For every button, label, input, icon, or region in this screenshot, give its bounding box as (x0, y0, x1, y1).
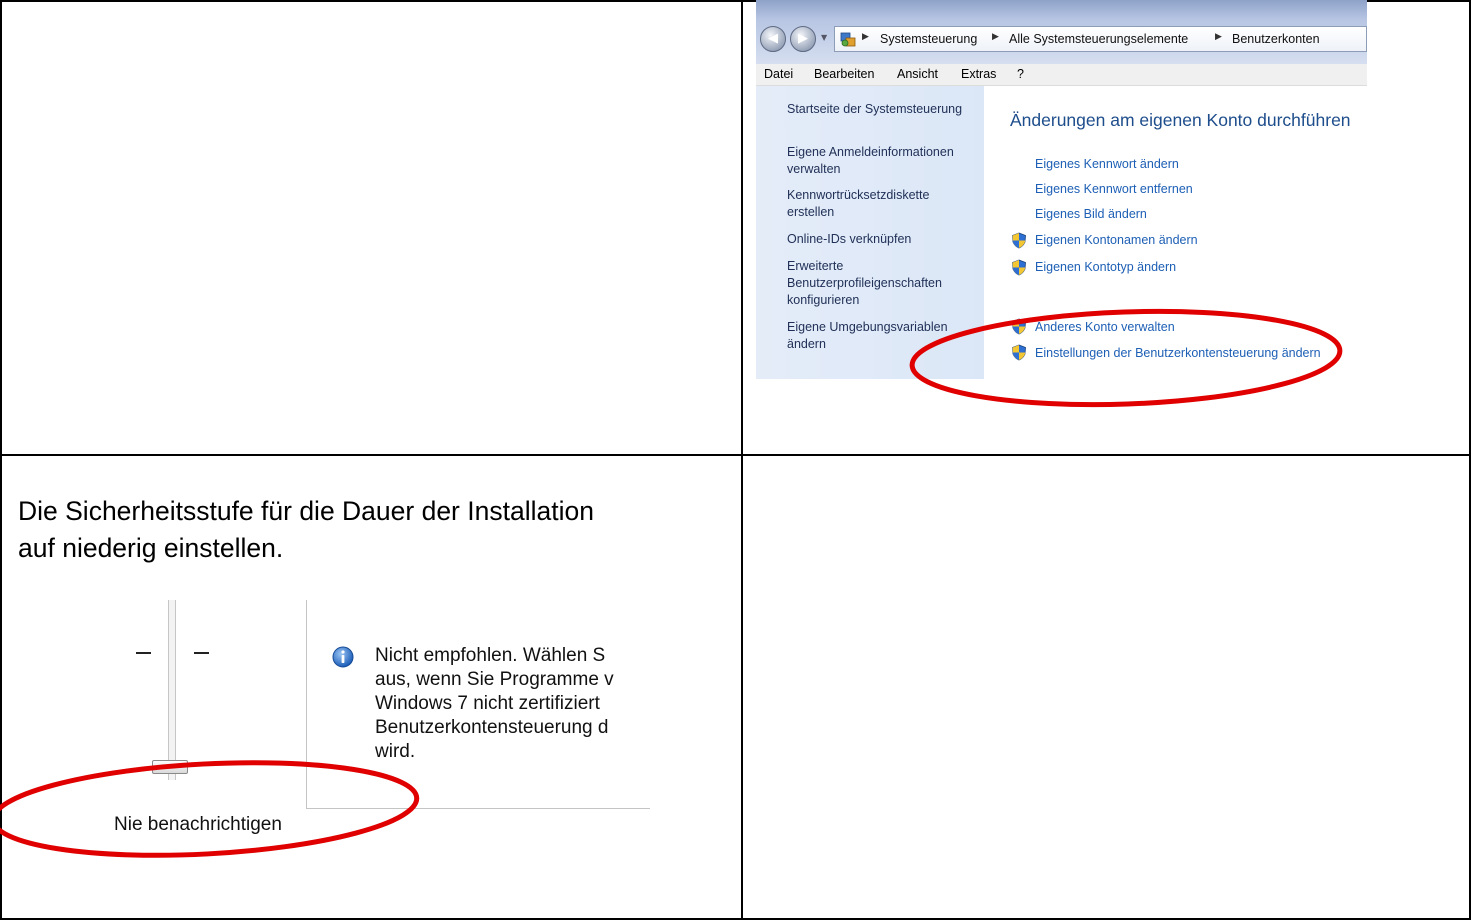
info-line: Nicht empfohlen. Wählen S (375, 645, 606, 666)
breadcrumb-separator: ▶ (862, 32, 869, 42)
menu-datei[interactable]: Datei (764, 67, 793, 81)
instruction-line-2: auf niederig einstellen. (18, 533, 284, 563)
link-change-account-name[interactable]: Eigenen Kontonamen ändern (1035, 233, 1198, 247)
table-border-middle (741, 0, 743, 920)
link-change-picture[interactable]: Eigenes Bild ändern (1035, 207, 1147, 221)
link-uac-settings[interactable]: Einstellungen der Benutzerkontensteuerun… (1035, 346, 1321, 360)
breadcrumb[interactable]: ▶ Systemsteuerung ▶ Alle Systemsteuerung… (834, 26, 1367, 52)
instruction-text: Die Sicherheitsstufe für die Dauer der I… (18, 493, 738, 567)
info-description: Nicht empfohlen. Wählen S aus, wenn Sie … (375, 644, 650, 764)
slider-track[interactable] (168, 600, 176, 780)
slider-tick-left (136, 652, 151, 654)
page-title: Änderungen am eigenen Konto durchführen (1010, 110, 1351, 130)
history-dropdown-icon[interactable]: ▼ (821, 33, 827, 42)
info-icon (332, 646, 354, 668)
link-remove-password[interactable]: Eigenes Kennwort entfernen (1035, 182, 1193, 196)
link-profile-properties[interactable]: Erweiterte Benutzerprofileigenschaften k… (787, 258, 969, 309)
breadcrumb-separator: ▶ (1215, 32, 1222, 42)
back-arrow-icon: ◀ (768, 31, 778, 46)
uac-shield-icon (1012, 232, 1026, 249)
slider-level-label: Nie benachrichtigen (114, 814, 282, 835)
forward-button[interactable]: ▶ (790, 26, 816, 52)
forward-arrow-icon: ▶ (798, 31, 808, 46)
menu-help[interactable]: ? (1017, 67, 1024, 81)
control-panel-icon (840, 32, 856, 47)
breadcrumb-item[interactable]: Alle Systemsteuerungselemente (1009, 32, 1188, 46)
menu-ansicht[interactable]: Ansicht (897, 67, 938, 81)
breadcrumb-separator: ▶ (992, 32, 999, 42)
slider-thumb[interactable] (152, 760, 188, 774)
uac-shield-icon (1012, 318, 1026, 335)
control-panel-screenshot: ◀ ▶ ▼ ▶ Systemsteuerung ▶ Alle Systemste… (756, 0, 1367, 379)
task-pane: Startseite der Systemsteuerung Eigene An… (756, 86, 984, 379)
link-manage-other-account[interactable]: Anderes Konto verwalten (1035, 320, 1175, 334)
link-environment-variables[interactable]: Eigene Umgebungsvariablen ändern (787, 319, 979, 353)
slider-tick-right (194, 652, 209, 654)
link-change-account-type[interactable]: Eigenen Kontotyp ändern (1035, 260, 1176, 274)
address-bar-area: ◀ ▶ ▼ ▶ Systemsteuerung ▶ Alle Systemste… (756, 0, 1367, 64)
info-line: Windows 7 nicht zertifiziert (375, 693, 600, 714)
table-border-left (0, 0, 2, 920)
link-online-ids[interactable]: Online-IDs verknüpfen (787, 231, 979, 248)
info-line: Benutzerkontensteuerung d (375, 717, 609, 738)
breadcrumb-item[interactable]: Systemsteuerung (880, 32, 977, 46)
menu-bearbeiten[interactable]: Bearbeiten (814, 67, 874, 81)
link-reset-disk[interactable]: Kennwortrücksetzdiskette erstellen (787, 187, 979, 221)
link-credentials[interactable]: Eigene Anmeldeinformationen verwalten (787, 144, 979, 178)
instruction-line-1: Die Sicherheitsstufe für die Dauer der I… (18, 496, 594, 526)
back-button[interactable]: ◀ (760, 26, 786, 52)
breadcrumb-item[interactable]: Benutzerkonten (1232, 32, 1320, 46)
link-change-password[interactable]: Eigenes Kennwort ändern (1035, 157, 1179, 171)
uac-shield-icon (1012, 344, 1026, 361)
menu-extras[interactable]: Extras (961, 67, 996, 81)
uac-shield-icon (1012, 259, 1026, 276)
info-line: wird. (375, 741, 416, 762)
table-border-row (0, 454, 1471, 456)
link-home[interactable]: Startseite der Systemsteuerung (787, 101, 979, 118)
info-line: aus, wenn Sie Programme v (375, 669, 614, 690)
uac-slider-screenshot: Nicht empfohlen. Wählen S aus, wenn Sie … (100, 600, 650, 860)
menu-bar: Datei Bearbeiten Ansicht Extras ? (756, 64, 1367, 86)
